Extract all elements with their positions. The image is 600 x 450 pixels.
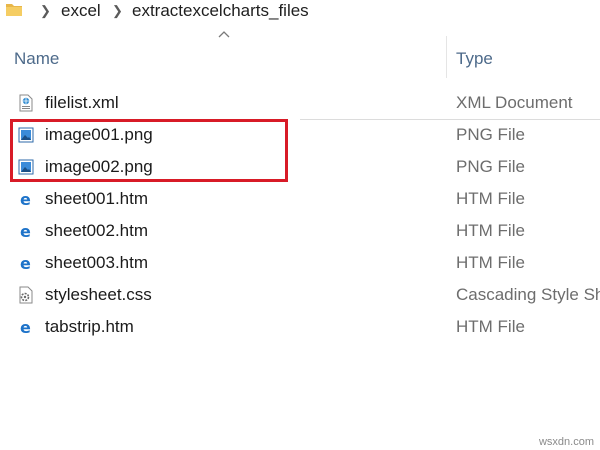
breadcrumb-item-current-folder[interactable]: extractexcelcharts_files (132, 1, 309, 21)
xml-file-icon (19, 94, 33, 112)
file-name: sheet003.htm (45, 253, 149, 272)
file-name: tabstrip.htm (45, 317, 134, 336)
svg-text:e: e (20, 190, 31, 208)
edge-file-icon: e (20, 318, 31, 336)
column-header-name[interactable]: Name (14, 49, 59, 69)
watermark: wsxdn.com (538, 436, 594, 448)
file-row-tabstrip-htm[interactable]: e tabstrip.htm HTM File (0, 311, 600, 343)
breadcrumb: ❯ excel ❯ extractexcelcharts_files (0, 0, 600, 24)
edge-file-icon: e (20, 254, 31, 272)
file-row-image001-png[interactable]: image001.png PNG File (0, 119, 600, 151)
file-type: HTM File (456, 253, 525, 272)
file-row-image002-png[interactable]: image002.png PNG File (0, 151, 600, 183)
css-file-icon (19, 286, 33, 304)
file-type: HTM File (456, 221, 525, 240)
file-row-sheet002-htm[interactable]: e sheet002.htm HTM File (0, 215, 600, 247)
file-name: image002.png (45, 157, 153, 176)
file-name: stylesheet.css (45, 285, 152, 304)
file-type: PNG File (456, 125, 525, 144)
file-name: image001.png (45, 125, 153, 144)
column-divider[interactable] (446, 36, 447, 78)
edge-file-icon: e (20, 222, 31, 240)
file-row-stylesheet-css[interactable]: stylesheet.css Cascading Style Sheet (0, 279, 600, 311)
file-name: filelist.xml (45, 93, 119, 112)
svg-text:e: e (20, 254, 31, 272)
edge-file-icon: e (20, 190, 31, 208)
column-header-row: Name Type (0, 36, 600, 80)
column-header-type[interactable]: Type (456, 49, 493, 69)
file-row-sheet003-htm[interactable]: e sheet003.htm HTM File (0, 247, 600, 279)
breadcrumb-item-excel[interactable]: excel (61, 1, 101, 21)
svg-text:e: e (20, 318, 31, 336)
file-type: Cascading Style Sheet (456, 285, 600, 304)
chevron-right-icon[interactable]: ❯ (40, 3, 51, 19)
file-name: sheet001.htm (45, 189, 149, 208)
row-focus-line (300, 119, 600, 120)
file-type: HTM File (456, 317, 525, 336)
chevron-right-icon[interactable]: ❯ (112, 3, 123, 19)
file-row-filelist-xml[interactable]: filelist.xml XML Document (0, 87, 600, 119)
file-type: PNG File (456, 157, 525, 176)
file-row-sheet001-htm[interactable]: e sheet001.htm HTM File (0, 183, 600, 215)
file-type: HTM File (456, 189, 525, 208)
file-name: sheet002.htm (45, 221, 149, 240)
image-file-icon (18, 159, 34, 175)
folder-icon (6, 4, 22, 16)
svg-text:e: e (20, 222, 31, 240)
image-file-icon (18, 127, 34, 143)
file-type: XML Document (456, 93, 573, 112)
